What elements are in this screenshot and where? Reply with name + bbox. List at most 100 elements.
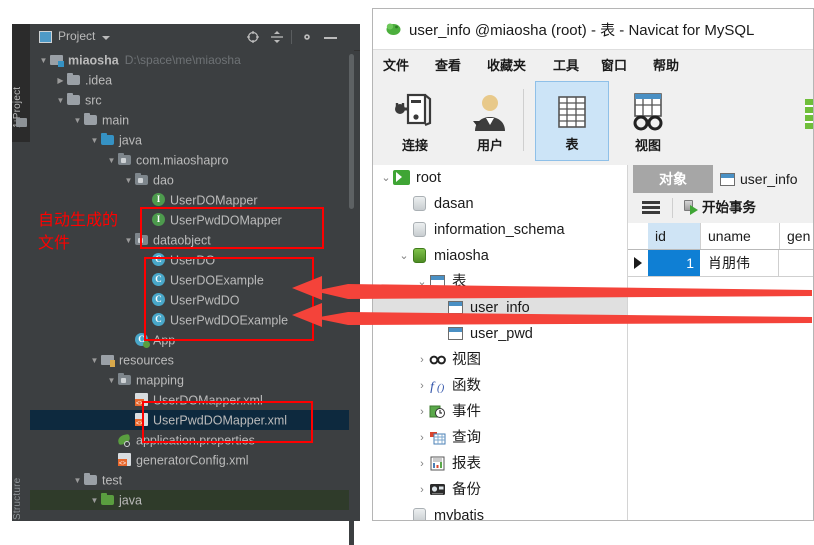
tree-item-test[interactable]: ▼ test — [30, 470, 352, 490]
column-header-uname[interactable]: uname — [701, 223, 780, 249]
module-folder-icon — [49, 53, 64, 67]
db-tree-item-user_pwd[interactable]: user_pwd — [373, 321, 627, 347]
user-icon — [467, 91, 513, 133]
tree-item-label: src — [85, 93, 102, 108]
sidebar-tab-project[interactable]: 1:Project — [12, 28, 30, 128]
grid-toolbar[interactable]: 开始事务 — [628, 193, 813, 224]
tree-item-miaosha[interactable]: ▼ miaosha D:\space\me\miaosha — [30, 50, 352, 70]
scroll-to-source-icon[interactable] — [246, 30, 260, 44]
column-header-id[interactable]: id — [648, 223, 701, 249]
db-tree-item-dasan[interactable]: dasan — [373, 191, 627, 217]
navicat-tab-bar[interactable]: 对象 user_info — [628, 165, 813, 194]
tree-item-com-miaoshapro[interactable]: ▼ com.miaoshapro — [30, 150, 352, 170]
tree-item-java[interactable]: ▼ java — [30, 130, 352, 150]
db-tree-item-information_schema[interactable]: information_schema — [373, 217, 627, 243]
toolbar-button-user[interactable]: 用户 — [453, 81, 527, 161]
db-tree-item-[interactable]: › 视图 — [373, 347, 627, 373]
tree-item-label: mapping — [136, 373, 184, 388]
tree-item-dao[interactable]: ▼ dao — [30, 170, 352, 190]
chevron-down-icon[interactable]: ▼ — [106, 151, 117, 171]
tab-user-info[interactable]: user_info — [720, 165, 798, 193]
tree-item--idea[interactable]: ▶ .idea — [30, 70, 352, 90]
chevron-down-icon[interactable]: ▼ — [38, 51, 49, 71]
column-header-gender[interactable]: gen — [780, 223, 813, 249]
gear-icon[interactable] — [300, 30, 314, 44]
chevron-right-icon[interactable]: › — [415, 451, 429, 477]
db-tree-item-[interactable]: › 报表 — [373, 451, 627, 477]
db-tree-item-[interactable]: › f() 函数 — [373, 373, 627, 399]
table-icon — [549, 92, 595, 134]
chevron-down-icon[interactable]: ⌄ — [415, 269, 429, 295]
toolbar-button-table[interactable]: 表 — [535, 81, 609, 161]
db-tree-item-[interactable]: › 备份 — [373, 477, 627, 503]
menu-hamburger-icon[interactable] — [642, 201, 660, 215]
project-strip-icon — [16, 118, 27, 127]
chevron-right-icon[interactable]: › — [415, 399, 429, 425]
cell-gender[interactable] — [780, 250, 813, 276]
menu-2[interactable]: 收藏夹 — [487, 55, 526, 74]
menu-1[interactable]: 查看 — [435, 55, 461, 74]
grid-corner-cell — [628, 223, 649, 249]
annotation-box-xml-mappers — [142, 401, 313, 443]
tree-item-resources[interactable]: ▼ resources — [30, 350, 352, 370]
package-icon — [117, 373, 132, 386]
package-icon — [118, 373, 131, 385]
db-tree-item-user_info[interactable]: user_info — [373, 295, 627, 321]
package-icon — [117, 153, 132, 166]
menu-0[interactable]: 文件 — [383, 55, 409, 74]
begin-transaction-button[interactable]: 开始事务 — [684, 198, 756, 218]
navicat-object-tree[interactable]: ⌄ root dasan information_schema ⌄ miaosha ⌄ 表 us… — [373, 165, 628, 520]
interface-icon: I — [152, 193, 165, 206]
minimize-icon[interactable] — [324, 30, 338, 44]
chevron-down-icon[interactable]: ▼ — [89, 491, 100, 511]
cell-id[interactable]: 1 — [648, 250, 700, 276]
chevron-right-icon[interactable]: ▶ — [55, 71, 66, 91]
chevron-right-icon[interactable]: › — [415, 477, 429, 503]
tree-item-label: java — [119, 493, 142, 508]
chevron-right-icon[interactable]: › — [415, 425, 429, 451]
chevron-down-icon[interactable]: ▼ — [89, 131, 100, 151]
connection-dropdown-caret-icon[interactable] — [473, 121, 481, 126]
sidebar-tab-structure[interactable]: Structure — [12, 430, 30, 520]
db-tree-item-root[interactable]: ⌄ root — [373, 165, 627, 191]
chevron-down-icon[interactable]: ▼ — [72, 111, 83, 131]
tab-object[interactable]: 对象 — [633, 165, 713, 193]
tree-item-label: miaosha — [68, 53, 119, 68]
data-grid[interactable]: id uname gen 1 肖朋伟 — [628, 223, 813, 520]
db-tree-item-[interactable]: ⌄ 表 — [373, 269, 627, 295]
tree-item-java[interactable]: ▼ java — [30, 490, 352, 510]
toolbar-button-connection[interactable]: 连接 — [378, 81, 452, 161]
navicat-menu-bar[interactable]: 文件 查看 收藏夹 工具 窗口 帮助 — [373, 49, 813, 78]
toolbar-overflow-icon[interactable] — [805, 99, 813, 129]
chevron-down-icon[interactable]: ▼ — [72, 471, 83, 491]
navicat-toolbar[interactable]: 连接 用户 表 视图 — [373, 77, 813, 166]
collapse-all-icon[interactable] — [270, 30, 284, 44]
menu-4[interactable]: 窗口 — [601, 55, 627, 74]
db-tree-item-[interactable]: › 事件 — [373, 399, 627, 425]
db-tree-item-label: user_info — [470, 300, 530, 316]
chevron-down-icon[interactable]: ▼ — [89, 351, 100, 371]
toolbar-button-view[interactable]: 视图 — [611, 81, 685, 161]
menu-5[interactable]: 帮助 — [653, 55, 679, 74]
tree-item-src[interactable]: ▼ src — [30, 90, 352, 110]
chevron-right-icon[interactable]: › — [415, 373, 429, 399]
cell-uname[interactable]: 肖朋伟 — [701, 250, 779, 276]
db-tree-item-mybatis[interactable]: mybatis — [373, 503, 627, 520]
chevron-down-icon[interactable] — [102, 36, 110, 40]
chevron-right-icon[interactable]: › — [415, 347, 429, 373]
chevron-down-icon[interactable]: ▼ — [55, 91, 66, 111]
tree-item-label: generatorConfig.xml — [136, 453, 249, 468]
chevron-down-icon[interactable]: ▼ — [123, 171, 134, 191]
db-tree-item-[interactable]: › 查询 — [373, 425, 627, 451]
chevron-down-icon[interactable]: ▼ — [106, 371, 117, 391]
tree-item-generatorconfig-xml[interactable]: generatorConfig.xml — [30, 450, 352, 470]
chevron-down-icon[interactable]: ⌄ — [379, 165, 393, 191]
chevron-down-icon[interactable]: ⌄ — [397, 243, 411, 269]
properties-file-icon — [118, 433, 131, 447]
table-row[interactable]: 1 肖朋伟 — [628, 250, 813, 277]
menu-3[interactable]: 工具 — [553, 55, 579, 74]
tree-item-main[interactable]: ▼ main — [30, 110, 352, 130]
db-tree-item-miaosha[interactable]: ⌄ miaosha — [373, 243, 627, 269]
project-tree-scrollbar-thumb[interactable] — [349, 54, 354, 209]
tree-item-mapping[interactable]: ▼ mapping — [30, 370, 352, 390]
